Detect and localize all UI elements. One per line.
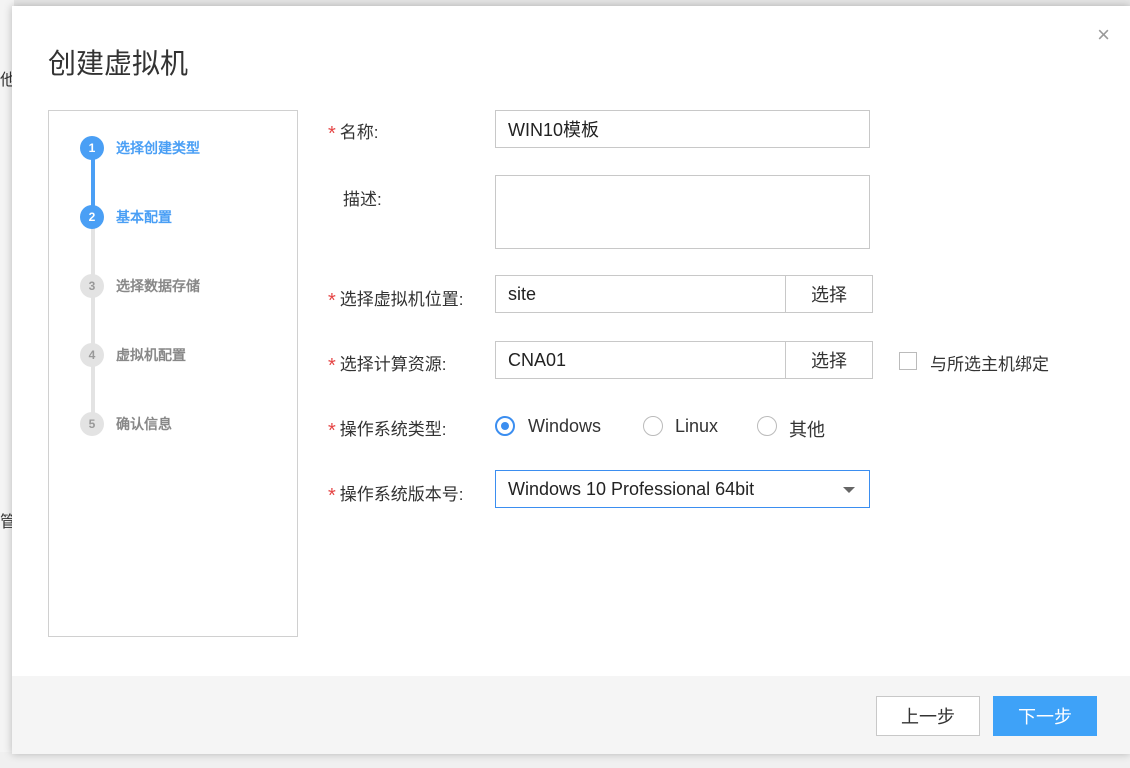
os-version-select[interactable]: Windows 10 Professional 64bit [495, 470, 870, 508]
step-number: 4 [80, 343, 104, 367]
os-other-radio[interactable] [757, 416, 777, 436]
location-label-text: 选择虚拟机位置: [339, 290, 464, 309]
description-textarea[interactable] [495, 175, 870, 249]
step-connector [91, 215, 95, 423]
step-number: 5 [80, 412, 104, 436]
bind-host-checkbox[interactable] [899, 352, 917, 370]
location-input[interactable]: site [495, 275, 786, 313]
os-version-label: * 操作系统版本号: [328, 480, 464, 507]
compute-input[interactable]: CNA01 [495, 341, 786, 379]
os-other-label: 其他 [789, 420, 825, 440]
step-label: 选择创建类型 [116, 140, 200, 156]
required-mark: * [328, 485, 336, 507]
close-icon[interactable]: × [1097, 22, 1110, 48]
compute-select-button[interactable]: 选择 [785, 341, 873, 379]
required-mark: * [328, 420, 336, 442]
step-1: 1 选择创建类型 [80, 135, 200, 161]
step-label: 选择数据存储 [116, 278, 200, 294]
name-label-text: 名称: [339, 123, 379, 142]
name-label: * 名称: [328, 118, 379, 145]
step-3: 3 选择数据存储 [80, 273, 200, 299]
os-windows-label: Windows [528, 416, 602, 436]
background-bottom-strip [0, 752, 1130, 768]
description-label: 描述: [343, 190, 382, 209]
step-number: 2 [80, 205, 104, 229]
required-mark: * [328, 290, 336, 312]
location-label: * 选择虚拟机位置: [328, 285, 464, 312]
step-label: 虚拟机配置 [116, 347, 186, 363]
step-5: 5 确认信息 [80, 411, 172, 437]
step-label: 确认信息 [116, 416, 172, 432]
os-version-value: Windows 10 Professional 64bit [508, 478, 755, 499]
os-linux-label: Linux [675, 416, 719, 436]
wizard-steps-panel: 1 选择创建类型 2 基本配置 3 选择数据存储 4 虚拟机配置 5 确认信息 [48, 110, 298, 637]
step-number: 3 [80, 274, 104, 298]
os-linux-radio[interactable] [643, 416, 663, 436]
compute-label-text: 选择计算资源: [339, 355, 447, 374]
create-vm-dialog: 创建虚拟机 × 1 选择创建类型 2 基本配置 3 选择数据存储 4 虚拟机配置… [12, 6, 1130, 754]
location-select-button[interactable]: 选择 [785, 275, 873, 313]
step-number: 1 [80, 136, 104, 160]
name-input[interactable]: WIN10模板 [495, 110, 870, 148]
os-windows-radio[interactable] [495, 416, 515, 436]
required-mark: * [328, 123, 336, 145]
os-version-label-text: 操作系统版本号: [339, 485, 464, 504]
prev-step-button[interactable]: 上一步 [876, 696, 980, 736]
step-2: 2 基本配置 [80, 204, 172, 230]
bind-host-label: 与所选主机绑定 [930, 355, 1049, 374]
required-mark: * [328, 355, 336, 377]
chevron-down-icon [843, 487, 855, 493]
dialog-title: 创建虚拟机 [48, 48, 189, 79]
compute-label: * 选择计算资源: [328, 350, 447, 377]
step-label: 基本配置 [116, 209, 172, 225]
os-type-label-text: 操作系统类型: [339, 420, 447, 439]
step-4: 4 虚拟机配置 [80, 342, 186, 368]
next-step-button[interactable]: 下一步 [993, 696, 1097, 736]
dialog-footer: 上一步 下一步 [12, 676, 1130, 754]
os-type-label: * 操作系统类型: [328, 415, 447, 442]
